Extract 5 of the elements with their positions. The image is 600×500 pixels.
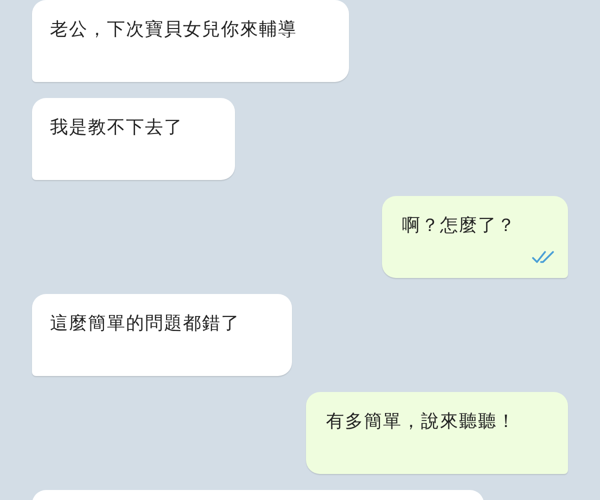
- message-text: 老公，下次寶貝女兒你來輔導: [50, 19, 297, 40]
- message-text: 這麼簡單的問題都錯了: [50, 313, 240, 334]
- message-text: 有多簡單，說來聽聽！: [326, 411, 516, 432]
- message-text: 我是教不下去了: [50, 117, 183, 138]
- message-text: 啊？怎麼了？: [402, 215, 516, 236]
